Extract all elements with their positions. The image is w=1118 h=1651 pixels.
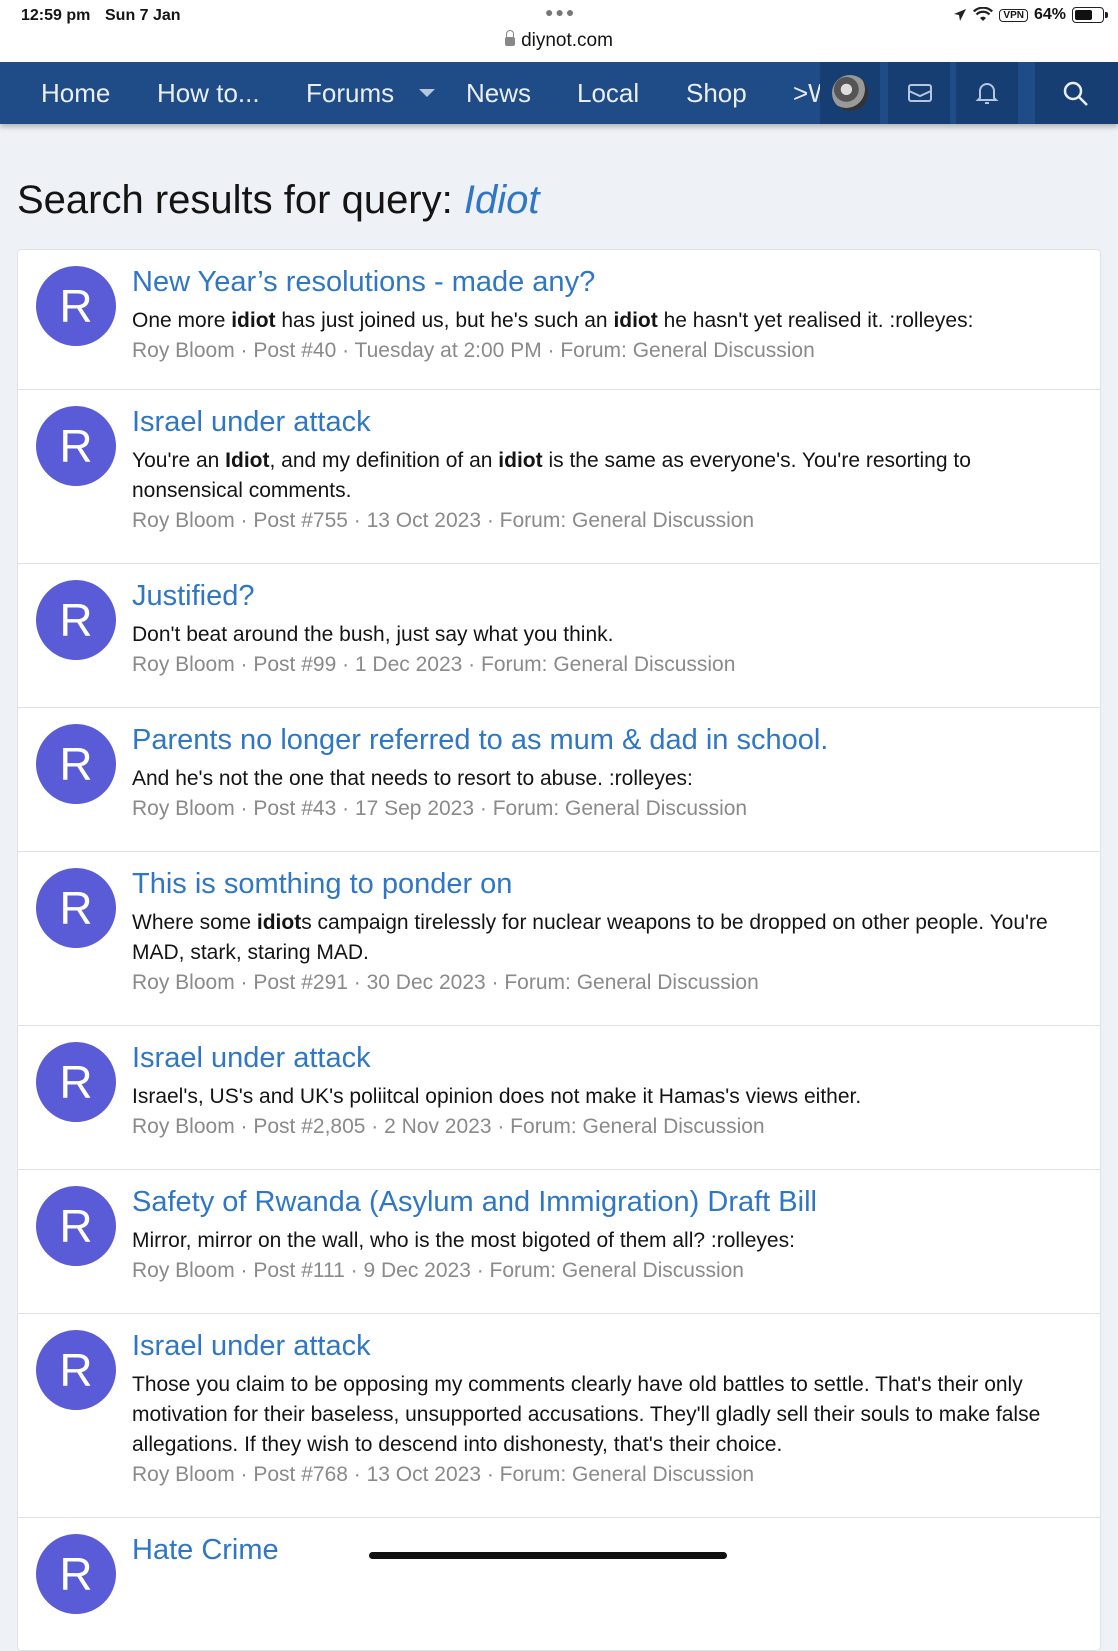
avatar[interactable]: R <box>36 1186 116 1266</box>
nav-forums[interactable]: Forums <box>306 62 394 124</box>
result-meta: Roy Bloom · Post #40 · Tuesday at 2:00 P… <box>132 339 815 362</box>
result-title-link[interactable]: Safety of Rwanda (Asylum and Immigration… <box>132 1186 817 1219</box>
result-item[interactable]: R Hate Crime <box>18 1518 1100 1650</box>
result-meta: Roy Bloom · Post #43 · 17 Sep 2023 · For… <box>132 797 748 820</box>
result-title-link[interactable]: Parents no longer referred to as mum & d… <box>132 724 828 757</box>
avatar[interactable]: R <box>36 724 116 804</box>
result-title-link[interactable]: Justified? <box>132 580 255 613</box>
result-snippet: You're an Idiot, and my definition of an… <box>132 449 971 502</box>
result-title-link[interactable]: This is somthing to ponder on <box>132 868 512 901</box>
result-item[interactable]: R Justified? Don't beat around the bush, j… <box>18 564 1100 708</box>
result-snippet: Those you claim to be opposing my commen… <box>132 1373 1041 1456</box>
nav-news[interactable]: News <box>466 62 531 124</box>
result-title-link[interactable]: Israel under attack <box>132 1042 371 1075</box>
tab-dots-icon[interactable]: ●●● <box>545 4 576 20</box>
result-item[interactable]: R Israel under attack Israel's, US's and U… <box>18 1026 1100 1170</box>
result-item[interactable]: R Israel under attack You're an Idiot, and… <box>18 390 1100 564</box>
search-results-list: R New Year’s resolutions - made any? One m… <box>17 249 1101 1651</box>
result-snippet: Mirror, mirror on the wall, who is the m… <box>132 1229 795 1252</box>
page-title: Search results for query: Idiot <box>17 178 540 222</box>
inbox-button[interactable] <box>888 62 950 124</box>
result-snippet: Israel's, US's and UK's poliitcal opinio… <box>132 1085 862 1108</box>
address-bar[interactable]: diynot.com <box>0 30 1118 52</box>
avatar[interactable]: R <box>36 1330 116 1410</box>
chevron-down-icon[interactable] <box>419 89 435 97</box>
result-item[interactable]: R Israel under attack Those you claim to b… <box>18 1314 1100 1518</box>
main-nav: Home How to... Forums News Local Shop >W <box>0 62 1118 124</box>
result-snippet: And he's not the one that needs to resor… <box>132 767 693 790</box>
result-snippet: Where some idiots campaign tirelessly fo… <box>132 911 1048 964</box>
avatar[interactable]: R <box>36 1534 116 1614</box>
user-avatar <box>832 75 868 111</box>
user-menu[interactable] <box>820 62 880 124</box>
search-button[interactable] <box>1035 62 1118 124</box>
vpn-badge: VPN <box>999 8 1028 22</box>
result-meta: Roy Bloom · Post #755 · 13 Oct 2023 · Fo… <box>132 509 755 532</box>
result-meta: Roy Bloom · Post #291 · 30 Dec 2023 · Fo… <box>132 971 759 994</box>
avatar[interactable]: R <box>36 580 116 660</box>
nav-home[interactable]: Home <box>41 62 110 124</box>
result-meta: Roy Bloom · Post #99 · 1 Dec 2023 · Foru… <box>132 653 736 676</box>
alerts-button[interactable] <box>956 62 1018 124</box>
home-indicator <box>369 1552 727 1559</box>
wifi-icon <box>973 7 994 21</box>
battery-icon <box>1072 7 1108 23</box>
result-title-link[interactable]: New Year’s resolutions - made any? <box>132 266 595 299</box>
avatar[interactable]: R <box>36 406 116 486</box>
result-meta: Roy Bloom · Post #2,805 · 2 Nov 2023 · F… <box>132 1115 765 1138</box>
result-title-link[interactable]: Hate Crime <box>132 1534 279 1567</box>
nav-shop[interactable]: Shop <box>686 62 747 124</box>
search-icon <box>1063 81 1088 106</box>
battery-percent: 64% <box>1033 6 1066 23</box>
mail-icon <box>908 84 932 102</box>
location-icon <box>954 9 967 21</box>
status-indicators: VPN 64% <box>953 6 1108 24</box>
avatar[interactable]: R <box>36 266 116 346</box>
status-date: Sun 7 Jan <box>105 7 181 24</box>
result-meta: Roy Bloom · Post #768 · 13 Oct 2023 · Fo… <box>132 1463 755 1486</box>
result-snippet: Don't beat around the bush, just say wha… <box>132 623 614 646</box>
avatar[interactable]: R <box>36 1042 116 1122</box>
result-item[interactable]: R Parents no longer referred to as mum & … <box>18 708 1100 852</box>
avatar[interactable]: R <box>36 868 116 948</box>
nav-how-to[interactable]: How to... <box>157 62 260 124</box>
result-title-link[interactable]: Israel under attack <box>132 1330 371 1363</box>
status-time: 12:59 pm <box>21 7 91 24</box>
nav-local[interactable]: Local <box>577 62 639 124</box>
result-title-link[interactable]: Israel under attack <box>132 406 371 439</box>
result-item[interactable]: R Safety of Rwanda (Asylum and Immigratio… <box>18 1170 1100 1314</box>
result-item[interactable]: R New Year’s resolutions - made any? One m… <box>18 250 1100 390</box>
search-query[interactable]: Idiot <box>464 178 540 222</box>
result-item[interactable]: R This is somthing to ponder on Where some… <box>18 852 1100 1026</box>
bell-icon <box>975 83 999 104</box>
lock-icon <box>505 30 516 46</box>
status-bar: 12:59 pm Sun 7 Jan ●●● diynot.com VPN 64… <box>0 0 1118 62</box>
result-meta: Roy Bloom · Post #111 · 9 Dec 2023 · For… <box>132 1259 744 1282</box>
result-snippet: One more idiot has just joined us, but h… <box>132 309 974 332</box>
url-text: diynot.com <box>521 30 613 51</box>
